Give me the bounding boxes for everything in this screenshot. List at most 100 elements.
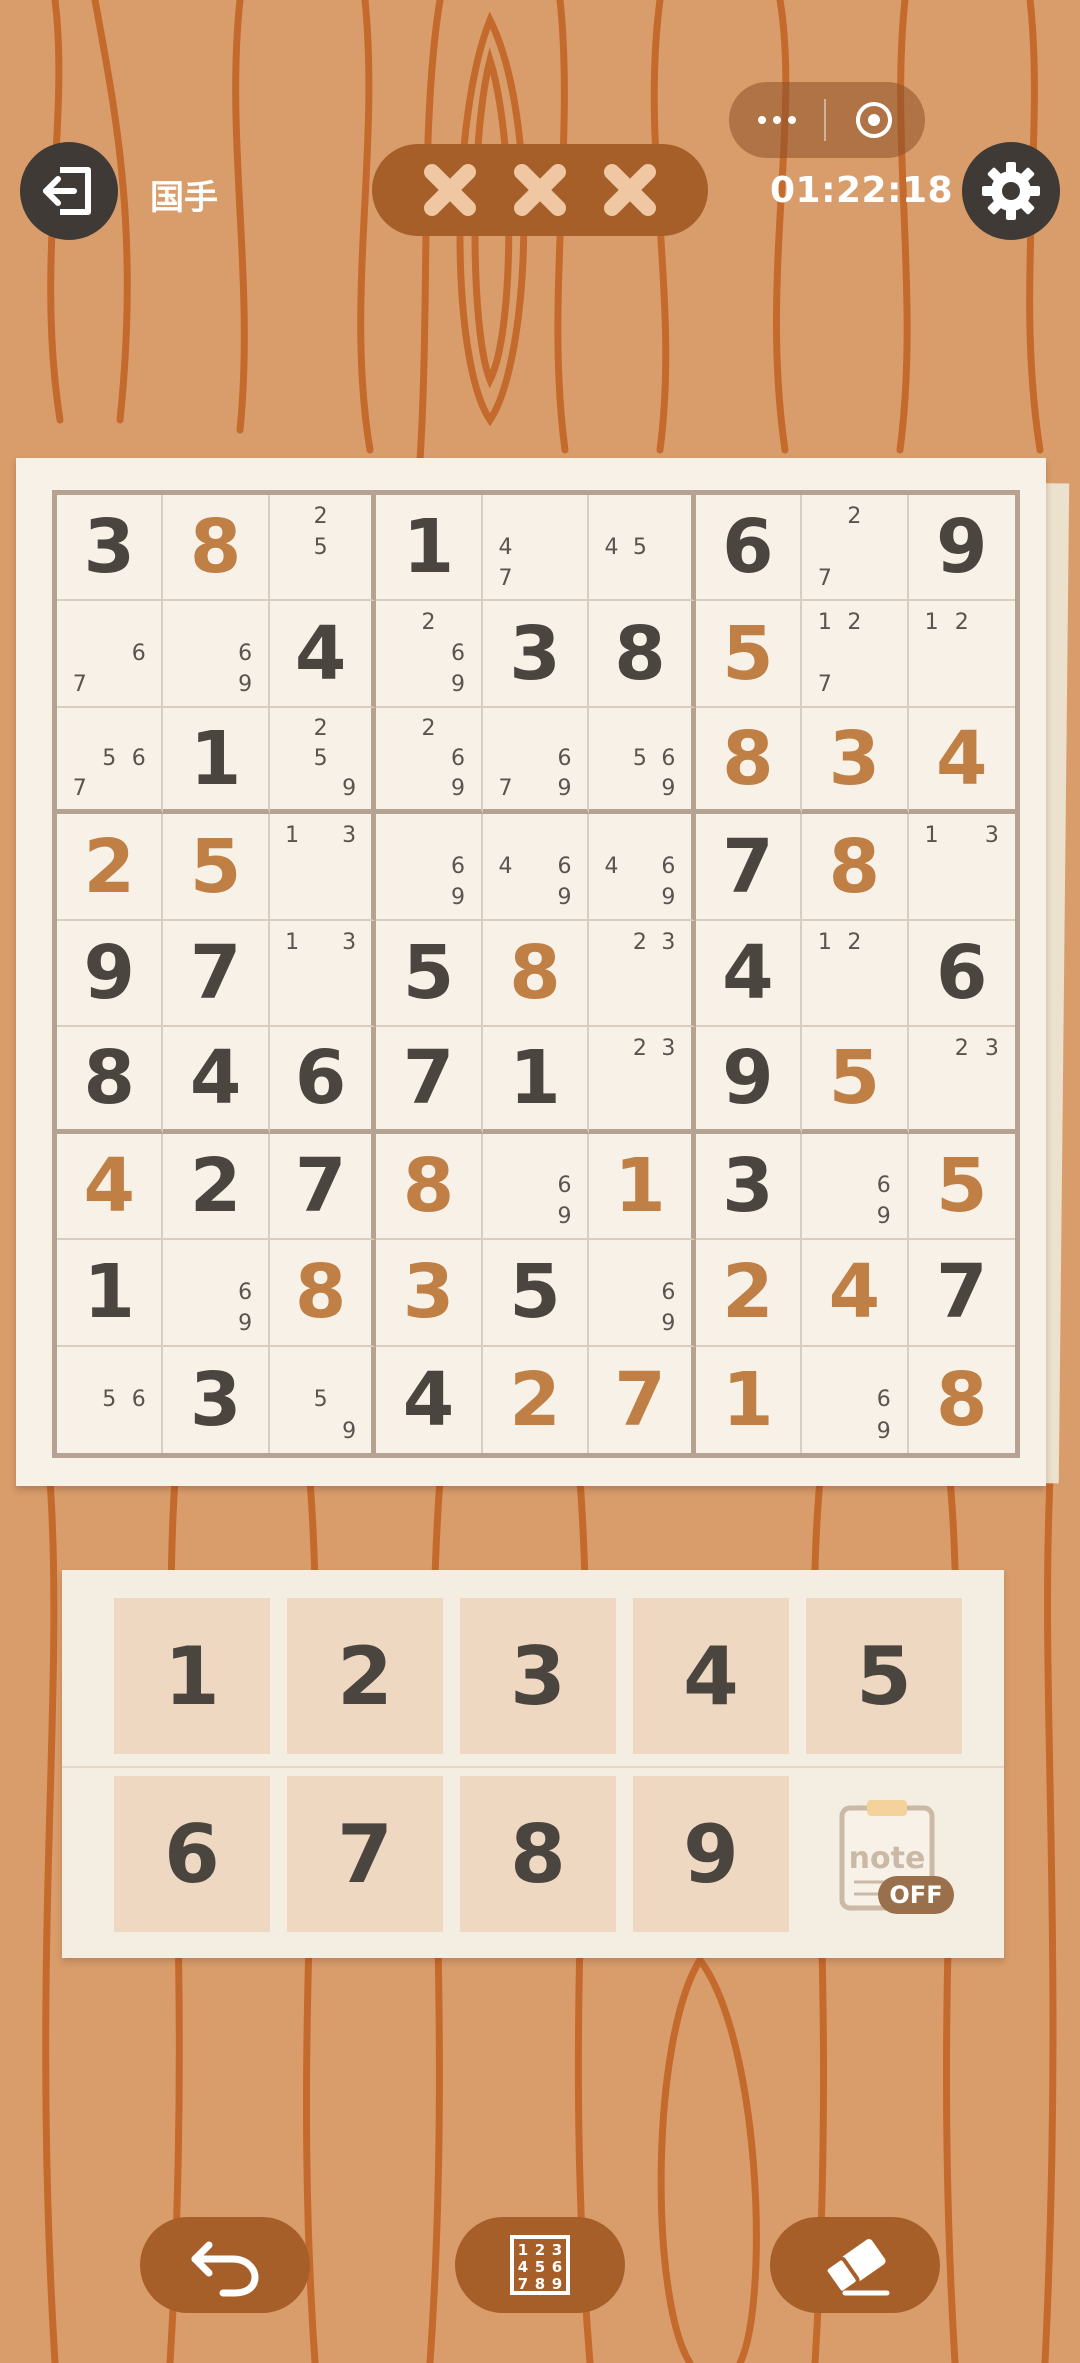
board-cell[interactable]: 69 bbox=[376, 814, 483, 921]
board-cell[interactable]: 7 bbox=[376, 1027, 483, 1134]
board-cell[interactable]: 8 bbox=[163, 495, 270, 602]
number-key-3[interactable]: 3 bbox=[460, 1598, 616, 1754]
board-cell[interactable]: 2 bbox=[163, 1133, 270, 1241]
board-cell[interactable]: 23 bbox=[908, 1027, 1015, 1134]
board-cell[interactable]: 45 bbox=[589, 495, 696, 602]
board-cell[interactable]: 47 bbox=[482, 495, 590, 602]
board-cell[interactable]: 7 bbox=[163, 920, 270, 1028]
board-cell[interactable]: 2 bbox=[57, 814, 164, 921]
board-cell[interactable]: 5 bbox=[482, 1240, 590, 1347]
board-cell[interactable]: 69 bbox=[802, 1133, 909, 1241]
board-cell[interactable]: 1 bbox=[57, 1240, 164, 1347]
board-cell[interactable]: 1 bbox=[589, 1133, 696, 1241]
board-cell[interactable]: 12 bbox=[908, 601, 1015, 708]
candidates-button[interactable]: 123 456 789 bbox=[455, 2217, 625, 2313]
note-digit bbox=[840, 1416, 869, 1447]
board-cell[interactable]: 8 bbox=[695, 707, 803, 815]
note-digit bbox=[597, 820, 625, 851]
board-cell[interactable]: 13 bbox=[269, 814, 377, 921]
note-toggle-button[interactable]: note OFF bbox=[820, 1776, 970, 1926]
board-cell[interactable]: 25 bbox=[269, 495, 377, 602]
undo-button[interactable] bbox=[140, 2217, 310, 2313]
number-key-2[interactable]: 2 bbox=[287, 1598, 443, 1754]
board-cell[interactable]: 69 bbox=[163, 1240, 270, 1347]
board-cell[interactable]: 5 bbox=[163, 814, 270, 921]
more-dots-icon[interactable] bbox=[729, 116, 824, 124]
board-cell[interactable]: 7 bbox=[589, 1346, 696, 1453]
board-cell[interactable]: 8 bbox=[269, 1240, 377, 1347]
board-cell[interactable]: 59 bbox=[270, 1346, 377, 1453]
board-cell[interactable]: 2 bbox=[483, 1346, 590, 1453]
board-cell[interactable]: 56 bbox=[57, 1346, 164, 1453]
board-cell[interactable]: 9 bbox=[908, 495, 1015, 602]
board-cell[interactable]: 26 9 bbox=[376, 601, 483, 708]
number-key-7[interactable]: 7 bbox=[287, 1776, 443, 1932]
board-cell[interactable]: 4 bbox=[163, 1027, 270, 1134]
number-key-9[interactable]: 9 bbox=[633, 1776, 789, 1932]
board-cell[interactable]: 4 bbox=[269, 601, 377, 708]
board-cell[interactable]: 8 bbox=[482, 920, 590, 1028]
board-cell[interactable]: 4 6 9 bbox=[482, 814, 590, 921]
board-cell[interactable]: 56 7 bbox=[57, 707, 164, 815]
board-cell[interactable]: 1 bbox=[163, 707, 270, 815]
board-cell[interactable]: 56 9 bbox=[589, 707, 696, 815]
board-cell[interactable]: 8 bbox=[589, 601, 696, 708]
record-icon[interactable] bbox=[826, 102, 921, 138]
board-cell[interactable]: 7 bbox=[908, 1240, 1015, 1347]
number-key-1[interactable]: 1 bbox=[114, 1598, 270, 1754]
board-cell[interactable]: 6 bbox=[269, 1027, 377, 1134]
board-cell[interactable]: 3 bbox=[695, 1133, 803, 1241]
board-cell[interactable]: 12 7 bbox=[802, 601, 909, 708]
board-cell[interactable]: 4 6 9 bbox=[589, 814, 696, 921]
board-cell[interactable]: 9 bbox=[57, 920, 164, 1028]
board-cell[interactable]: 8 bbox=[909, 1347, 1015, 1453]
board-cell[interactable]: 23 bbox=[589, 1027, 696, 1134]
board-cell[interactable]: 5 bbox=[376, 920, 483, 1028]
board-cell[interactable]: 5 bbox=[908, 1134, 1015, 1241]
number-key-4[interactable]: 4 bbox=[633, 1598, 789, 1754]
board-cell[interactable]: 69 bbox=[482, 1133, 590, 1241]
board-cell[interactable]: 2 59 bbox=[269, 707, 377, 815]
board-cell[interactable]: 27 bbox=[802, 495, 909, 602]
board-cell[interactable]: 3 bbox=[163, 1346, 270, 1453]
board-cell[interactable]: 8 bbox=[376, 1133, 483, 1241]
board-cell[interactable]: 4 bbox=[376, 1346, 483, 1453]
board-cell[interactable]: 5 bbox=[695, 601, 803, 708]
board-cell[interactable]: 1 bbox=[696, 1346, 803, 1453]
board-cell[interactable]: 3 bbox=[57, 495, 164, 602]
board-cell[interactable]: 67 bbox=[57, 601, 164, 708]
board-cell[interactable]: 7 bbox=[269, 1133, 377, 1241]
board-cell[interactable]: 3 bbox=[482, 601, 590, 708]
settings-button[interactable] bbox=[962, 142, 1060, 240]
board-cell[interactable]: 9 bbox=[695, 1027, 803, 1134]
number-key-8[interactable]: 8 bbox=[460, 1776, 616, 1932]
number-key-6[interactable]: 6 bbox=[114, 1776, 270, 1932]
board-cell[interactable]: 8 bbox=[57, 1027, 164, 1134]
board-cell[interactable]: 2 bbox=[695, 1240, 803, 1347]
board-cell[interactable]: 6 bbox=[695, 495, 803, 602]
board-cell[interactable]: 13 bbox=[269, 920, 377, 1028]
board-cell[interactable]: 69 bbox=[589, 1240, 696, 1347]
board-cell[interactable]: 4 bbox=[57, 1133, 164, 1241]
erase-button[interactable] bbox=[770, 2217, 940, 2313]
board-cell[interactable]: 8 bbox=[802, 814, 909, 921]
board-cell[interactable]: 1 bbox=[376, 495, 483, 602]
board-cell[interactable]: 12 bbox=[802, 920, 909, 1028]
board-cell[interactable]: 13 bbox=[908, 814, 1015, 921]
board-cell[interactable]: 7 bbox=[695, 814, 803, 921]
board-cell[interactable]: 6 bbox=[908, 921, 1015, 1028]
board-cell[interactable]: 23 bbox=[589, 920, 696, 1028]
board-cell[interactable]: 69 bbox=[802, 1346, 909, 1453]
board-cell[interactable]: 4 bbox=[908, 708, 1015, 815]
board-cell[interactable]: 4 bbox=[802, 1240, 909, 1347]
board-cell[interactable]: 5 bbox=[802, 1027, 909, 1134]
exit-button[interactable] bbox=[20, 142, 118, 240]
board-cell[interactable]: 26 9 bbox=[376, 707, 483, 815]
board-cell[interactable]: 3 bbox=[802, 707, 909, 815]
board-cell[interactable]: 3 bbox=[376, 1240, 483, 1347]
board-cell[interactable]: 69 bbox=[163, 601, 270, 708]
number-key-5[interactable]: 5 bbox=[806, 1598, 962, 1754]
board-cell[interactable]: 6 7 9 bbox=[482, 707, 590, 815]
board-cell[interactable]: 4 bbox=[695, 920, 803, 1028]
board-cell[interactable]: 1 bbox=[482, 1027, 590, 1134]
